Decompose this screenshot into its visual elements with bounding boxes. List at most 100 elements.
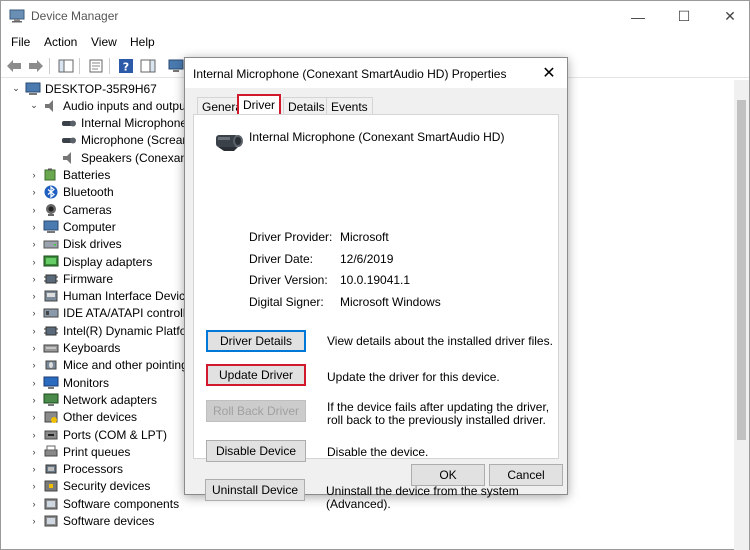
- tree-item[interactable]: › Human Interface Devices: [29, 288, 198, 305]
- menu-view[interactable]: View: [91, 35, 117, 49]
- speaker-icon: [63, 151, 71, 164]
- chevron-right-icon[interactable]: ›: [29, 326, 39, 336]
- tab-driver[interactable]: Driver: [237, 94, 281, 116]
- chevron-right-icon[interactable]: ›: [29, 464, 39, 474]
- window-title: Device Manager: [31, 9, 119, 23]
- tree-item[interactable]: › Ports (COM & LPT): [29, 426, 168, 443]
- chevron-right-icon[interactable]: ›: [29, 360, 39, 370]
- digital-signer-value: Microsoft Windows: [340, 295, 441, 309]
- tree-item[interactable]: › Print queues: [29, 443, 131, 460]
- tree-item-label: Network adapters: [63, 392, 158, 407]
- uninstall-device-button[interactable]: Uninstall Device: [205, 479, 305, 501]
- tree-item[interactable]: › Intel(R) Dynamic Platform: [29, 322, 201, 339]
- menu-help[interactable]: Help: [130, 35, 155, 49]
- help-button[interactable]: ?: [117, 57, 135, 75]
- back-arrow-icon: [7, 60, 21, 72]
- menu-file[interactable]: File: [11, 35, 30, 49]
- show-hide-tree-button[interactable]: [57, 57, 75, 75]
- scrollbar-thumb[interactable]: [737, 100, 746, 440]
- monitor-button[interactable]: [167, 57, 185, 75]
- printer-icon: [44, 445, 58, 457]
- chevron-right-icon[interactable]: ›: [29, 447, 39, 457]
- chevron-right-icon[interactable]: ›: [29, 170, 39, 180]
- tree-item[interactable]: › Security devices: [29, 478, 151, 495]
- chevron-right-icon[interactable]: ›: [29, 412, 39, 422]
- tree-item[interactable]: › Software devices: [29, 513, 155, 530]
- roll-back-driver-button[interactable]: Roll Back Driver: [206, 400, 306, 422]
- dialog-close-button[interactable]: ✕: [539, 63, 559, 83]
- chip-icon: [44, 274, 58, 284]
- chevron-right-icon[interactable]: ›: [29, 308, 39, 318]
- tab-details[interactable]: Details: [283, 97, 330, 115]
- microphone-device-icon: [216, 135, 243, 151]
- tree-item[interactable]: › Batteries: [29, 167, 111, 184]
- tree-item[interactable]: › Network adapters: [29, 391, 158, 408]
- menu-action[interactable]: Action: [44, 35, 77, 49]
- port-icon: [44, 430, 58, 439]
- chevron-right-icon[interactable]: ›: [29, 187, 39, 197]
- processor-icon: [45, 464, 57, 474]
- tree-item[interactable]: › Processors: [29, 461, 124, 478]
- tree-item[interactable]: › Monitors: [29, 374, 110, 391]
- close-button[interactable]: ✕: [707, 1, 750, 32]
- tree-item[interactable]: ⌄ Audio inputs and outputs: [29, 97, 195, 114]
- chevron-right-icon[interactable]: ›: [29, 274, 39, 284]
- tree-item[interactable]: › IDE ATA/ATAPI controllers: [29, 305, 203, 322]
- tree-item-label: Software devices: [63, 514, 155, 528]
- disable-device-button[interactable]: Disable Device: [206, 440, 306, 462]
- driver-date-value: 12/6/2019: [340, 252, 394, 266]
- chevron-right-icon[interactable]: ›: [29, 395, 39, 405]
- chevron-right-icon[interactable]: ›: [29, 205, 39, 215]
- chevron-down-icon[interactable]: ⌄: [11, 83, 21, 94]
- ok-button[interactable]: OK: [411, 464, 485, 486]
- tree-item-label: Software components: [63, 496, 180, 511]
- chevron-right-icon[interactable]: ›: [29, 257, 39, 267]
- chevron-right-icon[interactable]: ›: [29, 378, 39, 388]
- back-button[interactable]: [5, 57, 23, 75]
- vertical-scrollbar[interactable]: [734, 80, 749, 550]
- cancel-button[interactable]: Cancel: [489, 464, 563, 486]
- tree-item-label: Keyboards: [63, 341, 121, 355]
- tree-item[interactable]: › Mice and other pointing: [29, 357, 188, 374]
- tree-item-label: Bluetooth: [63, 185, 114, 200]
- tree-item[interactable]: › Disk drives: [29, 236, 122, 253]
- tree-item[interactable]: › Other devices: [29, 409, 138, 426]
- properties-icon: [89, 59, 103, 73]
- close-icon: ✕: [542, 65, 556, 82]
- title-bar: Device Manager — ☐ ✕: [1, 1, 749, 32]
- action-pane-button[interactable]: [139, 57, 157, 75]
- chevron-right-icon[interactable]: ›: [29, 499, 39, 509]
- keyboard-icon: [43, 344, 59, 353]
- chevron-down-icon[interactable]: ⌄: [29, 100, 39, 111]
- tree-item[interactable]: › Computer: [29, 218, 116, 235]
- tree-item[interactable]: Microphone (Scream): [47, 132, 196, 149]
- speaker-icon: [45, 99, 53, 112]
- driver-provider-value: Microsoft: [340, 230, 389, 244]
- chevron-right-icon[interactable]: ›: [29, 291, 39, 301]
- tree-item[interactable]: › Display adapters: [29, 253, 153, 270]
- minimize-button[interactable]: —: [615, 1, 661, 32]
- close-icon: ✕: [724, 8, 736, 24]
- tree-item[interactable]: › Firmware: [29, 270, 114, 287]
- tree-item-label: Disk drives: [63, 237, 122, 252]
- tree-item[interactable]: › Cameras: [29, 201, 112, 218]
- chevron-right-icon[interactable]: ›: [29, 516, 39, 526]
- tree-item[interactable]: › Keyboards: [29, 340, 121, 357]
- chevron-right-icon[interactable]: ›: [29, 430, 39, 440]
- chevron-right-icon[interactable]: ›: [29, 222, 39, 232]
- component-icon: [44, 515, 58, 527]
- maximize-button[interactable]: ☐: [661, 1, 707, 32]
- update-driver-button[interactable]: Update Driver: [206, 364, 306, 386]
- chevron-right-icon[interactable]: ›: [29, 239, 39, 249]
- tree-root-computer[interactable]: ⌄ DESKTOP-35R9H67: [11, 80, 157, 97]
- properties-button[interactable]: [87, 57, 105, 75]
- chevron-right-icon[interactable]: ›: [29, 481, 39, 491]
- tree-item[interactable]: › Software components: [29, 495, 180, 512]
- tree-item[interactable]: › Bluetooth: [29, 184, 114, 201]
- forward-button[interactable]: [27, 57, 45, 75]
- tab-events[interactable]: Events: [326, 97, 373, 115]
- dialog-title: Internal Microphone (Conexant SmartAudio…: [193, 67, 507, 81]
- driver-details-button[interactable]: Driver Details: [206, 330, 306, 352]
- chevron-right-icon[interactable]: ›: [29, 343, 39, 353]
